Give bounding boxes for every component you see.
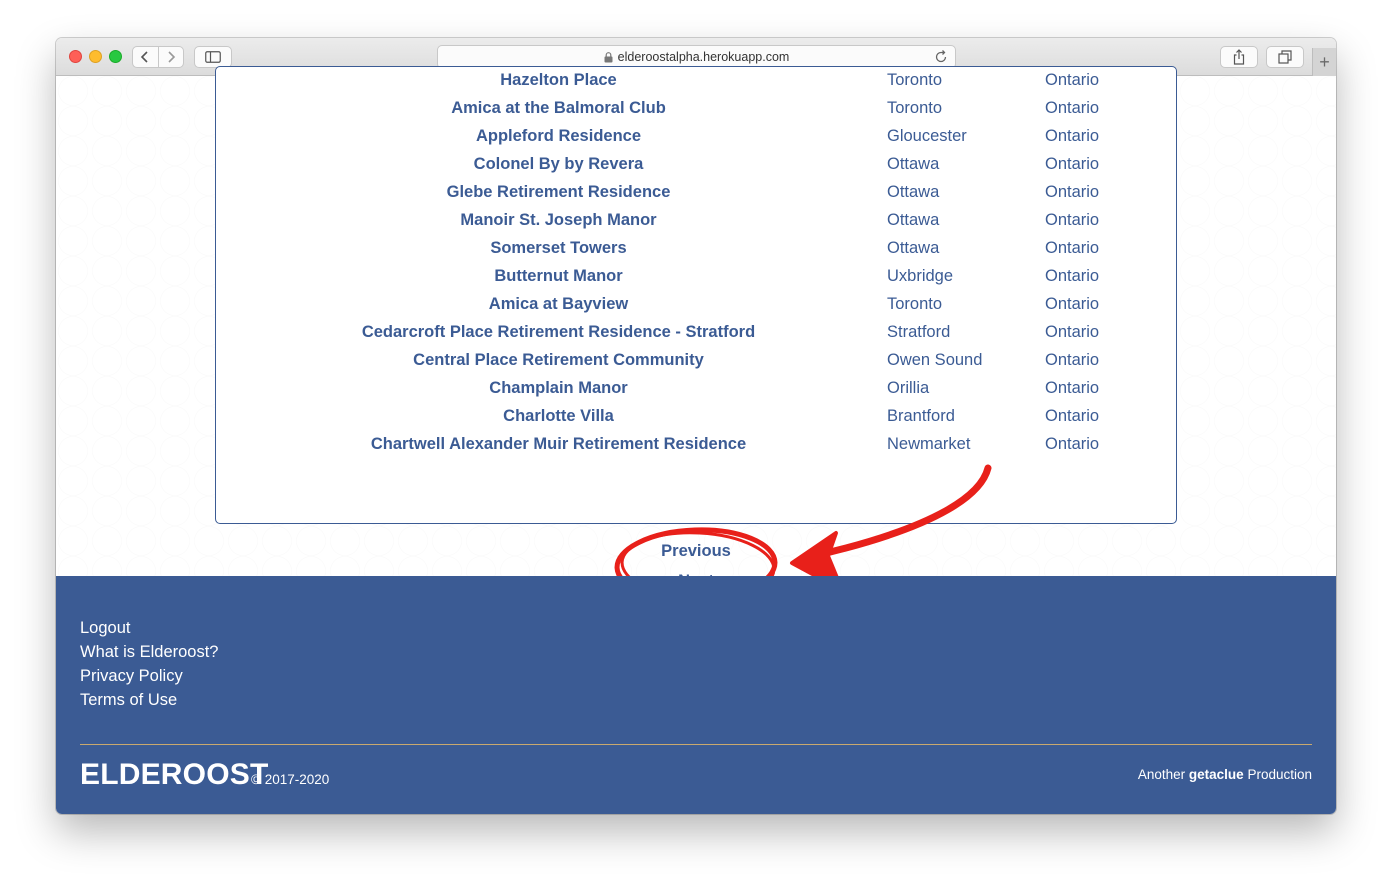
residence-city: Ottawa — [887, 239, 940, 257]
footer-link-privacy-policy[interactable]: Privacy Policy — [80, 667, 183, 686]
residence-city: Ottawa — [887, 211, 940, 229]
footer-brand-logo: ELDEROOST — [80, 758, 269, 791]
footer-link-what-is-elderoost[interactable]: What is Elderoost? — [80, 643, 218, 662]
residence-name-link[interactable]: Appleford Residence — [216, 127, 901, 146]
residence-name-link[interactable]: Amica at the Balmoral Club — [216, 99, 901, 118]
back-button[interactable] — [133, 47, 158, 67]
site-footer: Logout What is Elderoost? Privacy Policy… — [56, 576, 1336, 814]
residence-name-link[interactable]: Somerset Towers — [216, 239, 901, 258]
residence-province: Ontario — [1045, 211, 1100, 229]
residence-province: Ontario — [1045, 323, 1100, 341]
close-window-button[interactable] — [69, 50, 82, 63]
residence-city: Ottawa — [887, 155, 940, 173]
residence-name-link[interactable]: Manoir St. Joseph Manor — [216, 211, 901, 230]
residence-province: Ontario — [1045, 71, 1100, 89]
new-tab-button[interactable]: + — [1312, 48, 1336, 76]
residence-city: Toronto — [887, 71, 943, 89]
chevron-right-icon — [168, 51, 176, 63]
share-button[interactable] — [1220, 46, 1258, 68]
residence-name-link[interactable]: Central Place Retirement Community — [216, 351, 901, 370]
sidebar-toggle-button[interactable] — [194, 46, 232, 68]
residence-row: Charlotte Villa Brantford Ontario — [216, 403, 1176, 431]
residence-row: Appleford Residence Gloucester Ontario — [216, 123, 1176, 151]
residence-city: Stratford — [887, 323, 951, 341]
tab-overview-button[interactable] — [1266, 46, 1304, 68]
forward-button[interactable] — [157, 47, 183, 67]
residence-row: Chartwell Alexander Muir Retirement Resi… — [216, 431, 1176, 459]
residence-province: Ontario — [1045, 267, 1100, 285]
residence-row: Amica at the Balmoral Club Toronto Ontar… — [216, 95, 1176, 123]
chevron-left-icon — [141, 51, 149, 63]
residence-row: Central Place Retirement Community Owen … — [216, 347, 1176, 375]
residence-city: Ottawa — [887, 183, 940, 201]
residence-province: Ontario — [1045, 239, 1100, 257]
residence-row: Hazelton Place Toronto Ontario — [216, 67, 1176, 95]
residence-city: Gloucester — [887, 127, 967, 145]
residence-province: Ontario — [1045, 99, 1100, 117]
history-nav-group — [132, 46, 184, 68]
residence-name-link[interactable]: Amica at Bayview — [216, 295, 901, 314]
residence-city: Orillia — [887, 379, 930, 397]
residence-name-link[interactable]: Cedarcroft Place Retirement Residence - … — [216, 323, 901, 342]
share-icon — [1233, 49, 1245, 65]
sidebar-icon — [205, 51, 221, 63]
residence-name-link[interactable]: Colonel By by Revera — [216, 155, 901, 174]
residence-name-link[interactable]: Butternut Manor — [216, 267, 901, 286]
page-content: Hazelton Place Toronto Ontario Amica at … — [56, 66, 1336, 814]
previous-page-link[interactable]: Previous — [596, 542, 796, 561]
residence-row: Colonel By by Revera Ottawa Ontario — [216, 151, 1176, 179]
tabs-overview-icon — [1278, 50, 1292, 64]
credit-brand: getaclue — [1188, 767, 1244, 782]
residence-province: Ontario — [1045, 351, 1100, 369]
reload-icon[interactable] — [933, 49, 949, 65]
residence-name-link[interactable]: Chartwell Alexander Muir Retirement Resi… — [216, 435, 901, 454]
minimize-window-button[interactable] — [89, 50, 102, 63]
residence-province: Ontario — [1045, 295, 1100, 313]
residence-province: Ontario — [1045, 183, 1100, 201]
residence-province: Ontario — [1045, 127, 1100, 145]
copyright-text: © 2017-2020 — [251, 772, 330, 787]
residence-city: Uxbridge — [887, 267, 954, 285]
credit-prefix: Another — [1137, 767, 1186, 782]
footer-link-terms-of-use[interactable]: Terms of Use — [80, 691, 177, 710]
residence-row: Manoir St. Joseph Manor Ottawa Ontario — [216, 207, 1176, 235]
residence-name-link[interactable]: Champlain Manor — [216, 379, 901, 398]
browser-window: elderoostalpha.herokuapp.com + Hazelton … — [56, 38, 1336, 814]
residence-row: Cedarcroft Place Retirement Residence - … — [216, 319, 1176, 347]
residence-city: Toronto — [887, 295, 943, 313]
residence-city: Brantford — [887, 407, 955, 425]
residence-row: Champlain Manor Orillia Ontario — [216, 375, 1176, 403]
url-text: elderoostalpha.herokuapp.com — [617, 50, 790, 64]
residence-row: Glebe Retirement Residence Ottawa Ontari… — [216, 179, 1176, 207]
residence-province: Ontario — [1045, 407, 1100, 425]
footer-link-logout[interactable]: Logout — [80, 619, 130, 638]
plus-icon: + — [1319, 51, 1330, 72]
lock-icon — [604, 51, 613, 63]
residence-row: Butternut Manor Uxbridge Ontario — [216, 263, 1176, 291]
credit-suffix: Production — [1247, 767, 1312, 782]
residence-province: Ontario — [1045, 155, 1100, 173]
residence-name-link[interactable]: Charlotte Villa — [216, 407, 901, 426]
residence-province: Ontario — [1045, 435, 1100, 453]
residence-row: Somerset Towers Ottawa Ontario — [216, 235, 1176, 263]
residence-city: Newmarket — [887, 435, 971, 453]
production-credit: Another getaclue Production — [1138, 767, 1312, 782]
residence-name-link[interactable]: Hazelton Place — [216, 71, 901, 90]
residence-row: Amica at Bayview Toronto Ontario — [216, 291, 1176, 319]
residence-province: Ontario — [1045, 379, 1100, 397]
residence-city: Toronto — [887, 99, 943, 117]
zoom-window-button[interactable] — [109, 50, 122, 63]
residence-name-link[interactable]: Glebe Retirement Residence — [216, 183, 901, 202]
residence-list-card: Hazelton Place Toronto Ontario Amica at … — [215, 66, 1177, 524]
residence-city: Owen Sound — [887, 351, 983, 369]
footer-divider — [80, 744, 1312, 745]
